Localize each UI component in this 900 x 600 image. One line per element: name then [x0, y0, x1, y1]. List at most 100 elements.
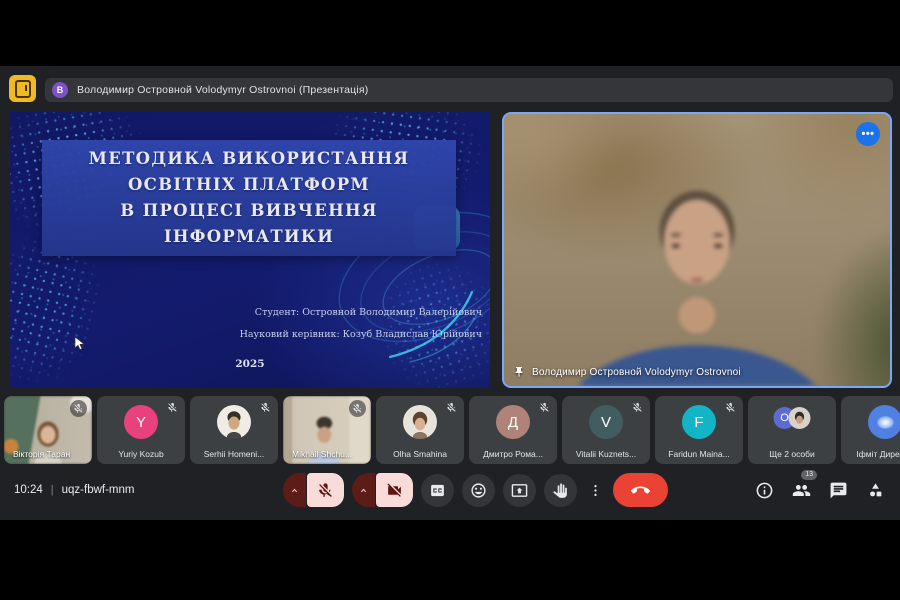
student-line: Студент: Островной Володимир Валерійович: [240, 302, 482, 324]
mic-off-indicator: [349, 400, 366, 417]
avatar-group: O: [774, 407, 811, 429]
meet-window: В Володимир Островной Volodymyr Ostrovno…: [0, 66, 900, 520]
slide-title-line: В ПРОЦЕСІ ВИВЧЕННЯ: [120, 198, 377, 224]
slide-year: 2025: [10, 358, 490, 370]
mic-off-indicator: [166, 401, 179, 414]
captions-button[interactable]: [421, 474, 454, 507]
people-icon: [792, 481, 811, 500]
pinned-video-tile[interactable]: ••• Володимир Островной Volodymyr Ostrov…: [502, 112, 892, 388]
camera-off-icon: [386, 482, 403, 499]
mic-off-indicator: [70, 400, 87, 417]
mouse-cursor-icon: [74, 336, 86, 352]
participant-tile[interactable]: V Vitalii Kuznets...: [562, 396, 650, 464]
avatar: [868, 405, 900, 439]
participant-tile[interactable]: O Ще 2 особи: [748, 396, 836, 464]
app-logo-icon[interactable]: [9, 75, 36, 102]
captions-icon: [429, 482, 446, 499]
participant-tile[interactable]: Д Дмитро Рома...: [469, 396, 557, 464]
avatar: [403, 405, 437, 439]
chat-icon: [829, 481, 848, 500]
mic-off-indicator: [259, 401, 272, 414]
raise-hand-button[interactable]: [544, 474, 577, 507]
participant-tile[interactable]: Вікторія Таран: [4, 396, 92, 464]
mic-off-indicator: [538, 401, 551, 414]
participant-name: Vitalii Kuznets...: [562, 449, 650, 459]
slide-title-line: ІНФОРМАТИКИ: [164, 224, 334, 250]
present-button[interactable]: [503, 474, 536, 507]
participant-name: Дмитро Рома...: [469, 449, 557, 459]
separator: |: [51, 484, 54, 496]
mic-off-icon: [73, 403, 84, 414]
mic-options-button[interactable]: [283, 473, 306, 507]
more-vert-icon: [588, 483, 603, 498]
mic-off-indicator: [724, 401, 737, 414]
more-controls-button[interactable]: [585, 474, 605, 507]
avatar: Y: [124, 405, 158, 439]
slide-title-banner: МЕТОДИКА ВИКОРИСТАННЯ ОСВІТНІХ ПЛАТФОРМ …: [42, 140, 456, 256]
mic-off-icon: [725, 402, 736, 413]
participant-name: Olha Smahina: [376, 449, 464, 459]
avatar: V: [589, 405, 623, 439]
mic-off-indicator: [445, 401, 458, 414]
meeting-info: 10:24 | uqz-fbwf-mnm: [14, 472, 135, 508]
control-bar: 10:24 | uqz-fbwf-mnm: [0, 472, 900, 508]
camera-control-group: [352, 473, 413, 507]
mic-off-icon: [539, 402, 550, 413]
mic-control-group: [283, 473, 344, 507]
mic-off-icon: [260, 402, 271, 413]
slide-credits: Студент: Островной Володимир Валерійович…: [240, 302, 482, 346]
mic-off-icon: [632, 402, 643, 413]
clock-time: 10:24: [14, 484, 43, 496]
logo-glyph: [15, 80, 31, 98]
pinned-participant-name: Володимир Островной Volodymyr Ostrovnoi: [532, 367, 741, 378]
hand-icon: [552, 482, 569, 499]
participant-name: Іфміт Директ...: [841, 449, 900, 459]
mic-off-icon: [317, 482, 334, 499]
mic-toggle-button[interactable]: [307, 473, 344, 507]
participant-tile[interactable]: Y Yuriy Kozub: [97, 396, 185, 464]
mic-off-indicator: [631, 401, 644, 414]
participant-tile[interactable]: Olha Smahina: [376, 396, 464, 464]
reactions-button[interactable]: [462, 474, 495, 507]
presenter-label: Володимир Островной Volodymyr Ostrovnoi …: [77, 84, 368, 96]
slide-title-line: МЕТОДИКА ВИКОРИСТАННЯ: [89, 146, 410, 172]
participant-name: Ще 2 особи: [748, 449, 836, 459]
chat-button[interactable]: [827, 479, 849, 501]
participant-count-badge: 13: [801, 470, 817, 480]
chevron-up-icon: [288, 484, 301, 497]
more-options-button[interactable]: •••: [856, 122, 880, 146]
participant-name: Yuriy Kozub: [97, 449, 185, 459]
participant-tile[interactable]: Mikhail Shchu...: [283, 396, 371, 464]
slide-title-line: ОСВІТНІХ ПЛАТФОРМ: [128, 172, 370, 198]
leave-call-button[interactable]: [613, 473, 668, 507]
pin-icon: [513, 366, 525, 378]
camera-toggle-button[interactable]: [376, 473, 413, 507]
participant-tile[interactable]: Іфміт Директ...: [841, 396, 900, 464]
activities-button[interactable]: [864, 479, 886, 501]
avatar: F: [682, 405, 716, 439]
participant-name: Mikhail Shchu...: [288, 449, 356, 459]
presentation-header: В Володимир Островной Volodymyr Ostrovno…: [45, 78, 893, 102]
participant-tile[interactable]: F Faridun Maina...: [655, 396, 743, 464]
participants-button[interactable]: 13: [790, 479, 812, 501]
presentation-slide-tile[interactable]: МЕТОДИКА ВИКОРИСТАННЯ ОСВІТНІХ ПЛАТФОРМ …: [10, 112, 490, 388]
supervisor-line: Науковий керівник: Козуб Владислав Юрійо…: [240, 324, 482, 346]
present-screen-icon: [511, 482, 528, 499]
meeting-details-button[interactable]: [753, 479, 775, 501]
mic-off-icon: [352, 403, 363, 414]
participant-tile[interactable]: Serhii Homeni...: [190, 396, 278, 464]
presenter-avatar: В: [52, 82, 68, 98]
presenter-video: [504, 114, 890, 386]
avatar: Д: [496, 405, 530, 439]
participant-name: Faridun Maina...: [655, 449, 743, 459]
info-icon: [755, 481, 774, 500]
mic-off-icon: [446, 402, 457, 413]
participant-name: Serhii Homeni...: [190, 449, 278, 459]
mic-off-icon: [167, 402, 178, 413]
camera-options-button[interactable]: [352, 473, 375, 507]
avatar: [217, 405, 251, 439]
participant-strip: Вікторія Таран Y Yuriy Kozub Serhii Homeni.…: [4, 396, 900, 464]
meeting-code: uqz-fbwf-mnm: [62, 484, 135, 496]
chevron-up-icon: [357, 484, 370, 497]
call-end-icon: [631, 481, 650, 500]
